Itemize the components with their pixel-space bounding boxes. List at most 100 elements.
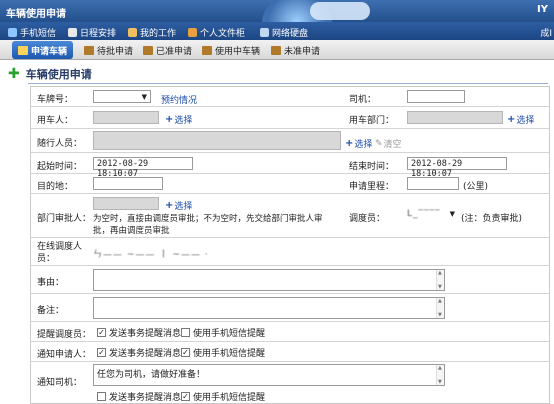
mileage-label: 申请里程： [349,182,395,192]
reason-label: 事由： [37,278,65,288]
nav-network-disk[interactable]: 网络硬盘 [260,26,308,39]
plus-icon: ✚ [8,66,20,82]
form-row-destination: 目的地： 申请里程： (公里) [31,174,549,194]
driver-sms-checkbox[interactable]: ✓ 使用手机短信提醒 [181,390,265,403]
reason-textarea[interactable] [93,269,445,291]
plus-icon: + [345,138,354,149]
heading-divider [28,83,548,84]
window-title: 车辆使用申请 [6,9,66,20]
eraser-icon: ✎ [375,138,383,149]
driver-message-textarea[interactable]: 任您为司机，请做好准备！ [93,364,445,386]
driver-msg-checkbox[interactable]: 发送事务提醒消息 [97,390,181,403]
window-controls[interactable]: IY [537,4,548,15]
form-row-user: 用车人： + 选择 用车部门： + 选择 [31,107,549,129]
online-label: 在线调度人员： [37,242,83,264]
remark-label: 备注： [37,306,65,316]
checkbox-icon[interactable] [97,392,106,401]
form-row-remark: 备注： [31,294,549,322]
clear-companions-button[interactable]: ✎ 清空 [375,137,402,151]
remind-sms-checkbox[interactable]: 使用手机短信提醒 [181,326,265,339]
dept-label: 用车部门： [349,116,395,126]
form-row-notify-driver: 通知司机： 任您为司机，请做好准备！ 发送事务提醒消息 ✓使用手机短信提醒 [31,362,549,404]
dispatcher-select[interactable]: L_‾‾‾‾ ▼ [407,209,457,222]
end-time-label: 结束时间： [349,162,395,172]
companions-label: 随行人员： [37,139,83,149]
form-row-companions: 随行人员： + 选择 ✎ 清空 [31,129,549,153]
start-time-input[interactable]: 2012-08-29 18:10:07 [93,157,193,179]
notify-applicant-label: 通知申请人： [37,350,92,360]
checkbox-icon[interactable] [181,328,190,337]
car-icon [18,45,28,55]
tab-apply-vehicle[interactable]: 申请车辆 [12,41,74,59]
approver-note: 为空时，直接由调度员审批；不为空时，先交给部门审批人审批，再由调度员审批 [93,214,323,236]
top-nav: 手机短信 日程安排 我的工作 个人文件柜 网络硬盘 成I [0,22,554,40]
checkbox-icon[interactable]: ✓ [181,392,190,401]
select-companions-button[interactable]: + 选择 [345,137,372,150]
driver-label: 司机： [349,95,377,105]
tab-approved[interactable]: 已准申请 [143,44,192,57]
user-label: 用车人： [37,116,74,126]
mileage-unit: (公里) [463,182,489,192]
chevron-down-icon: ▼ [141,93,147,101]
plus-icon: + [507,114,516,125]
end-time-input[interactable]: 2012-08-29 18:10:07 [407,157,507,179]
folder-icon [188,28,197,37]
user-input[interactable] [93,111,159,124]
tab-in-use[interactable]: 使用中车辆 [202,44,260,57]
scrollbar[interactable] [436,270,444,290]
applicant-msg-checkbox[interactable]: ✓ 发送事务提醒消息 [97,346,181,359]
vehicle-form: 车牌号： ▼ 预约情况 司机： 用车人： + 选择 用车部门： + 选择 随行人员：… [30,86,550,404]
tab-pending[interactable]: 待批申请 [84,44,133,57]
checkbox-icon[interactable]: ✓ [97,348,106,357]
checkbox-icon[interactable]: ✓ [97,328,106,337]
applicant-sms-checkbox[interactable]: ✓ 使用手机短信提醒 [181,346,265,359]
nav-my-work[interactable]: 我的工作 [128,26,176,39]
form-row-reason: 事由： [31,266,549,294]
checkbox-icon[interactable]: ✓ [181,348,190,357]
select-user-button[interactable]: + 选择 [165,113,192,126]
calendar-icon [68,28,77,37]
dispatcher-label: 调度员： [349,214,386,224]
form-row-plate: 车牌号： ▼ 预约情况 司机： [31,87,549,107]
window-titlebar: 车辆使用申请 IY [0,0,554,22]
destination-label: 目的地： [37,182,74,192]
dept-input[interactable] [407,111,503,124]
form-row-remind-dispatcher: 提醒调度员： ✓ 发送事务提醒消息 使用手机短信提醒 [31,322,549,342]
form-row-online: 在线调度人员： ㄣ—— ~—— ㅣ ~—— · [31,238,549,266]
scrollbar[interactable] [436,365,444,385]
nav-sms[interactable]: 手机短信 [8,26,56,39]
reservation-link[interactable]: 预约情况 [161,93,197,106]
nav-personal-files[interactable]: 个人文件柜 [188,26,245,39]
box-icon [202,46,212,55]
box-icon [84,46,94,55]
start-time-label: 起始时间： [37,162,83,172]
page-heading: ✚ 车辆使用申请 [8,66,92,82]
scrollbar[interactable] [436,298,444,318]
phone-icon [8,28,17,37]
plus-icon: + [165,114,174,125]
current-user: 成I [540,29,552,39]
companions-input[interactable] [93,131,341,150]
remark-textarea[interactable] [93,297,445,319]
select-dept-button[interactable]: + 选择 [507,113,534,126]
approver-label: 部门审批人： [37,214,92,224]
remind-msg-checkbox[interactable]: ✓ 发送事务提醒消息 [97,326,181,339]
disk-icon [260,28,269,37]
mileage-input[interactable] [407,177,459,190]
tab-rejected[interactable]: 未准申请 [271,44,320,57]
page-title: 车辆使用申请 [25,68,92,81]
plate-select[interactable]: ▼ [93,90,151,103]
box-icon [271,46,281,55]
destination-input[interactable] [93,177,163,190]
notify-driver-label: 通知司机： [37,378,83,388]
remind-dispatcher-label: 提醒调度员： [37,330,92,340]
online-dispatchers: ㄣ—— ~—— ㅣ ~—— · [93,250,209,260]
driver-input[interactable] [407,90,465,103]
chevron-down-icon: ▼ [449,210,455,218]
select-approver-button[interactable]: + 选择 [165,199,192,212]
nav-schedule[interactable]: 日程安排 [68,26,116,39]
approver-input[interactable] [93,197,159,210]
banner-cloud [310,2,370,20]
tab-bar: 申请车辆 待批申请 已准申请 使用中车辆 未准申请 [0,40,554,60]
plus-icon: + [165,200,174,211]
